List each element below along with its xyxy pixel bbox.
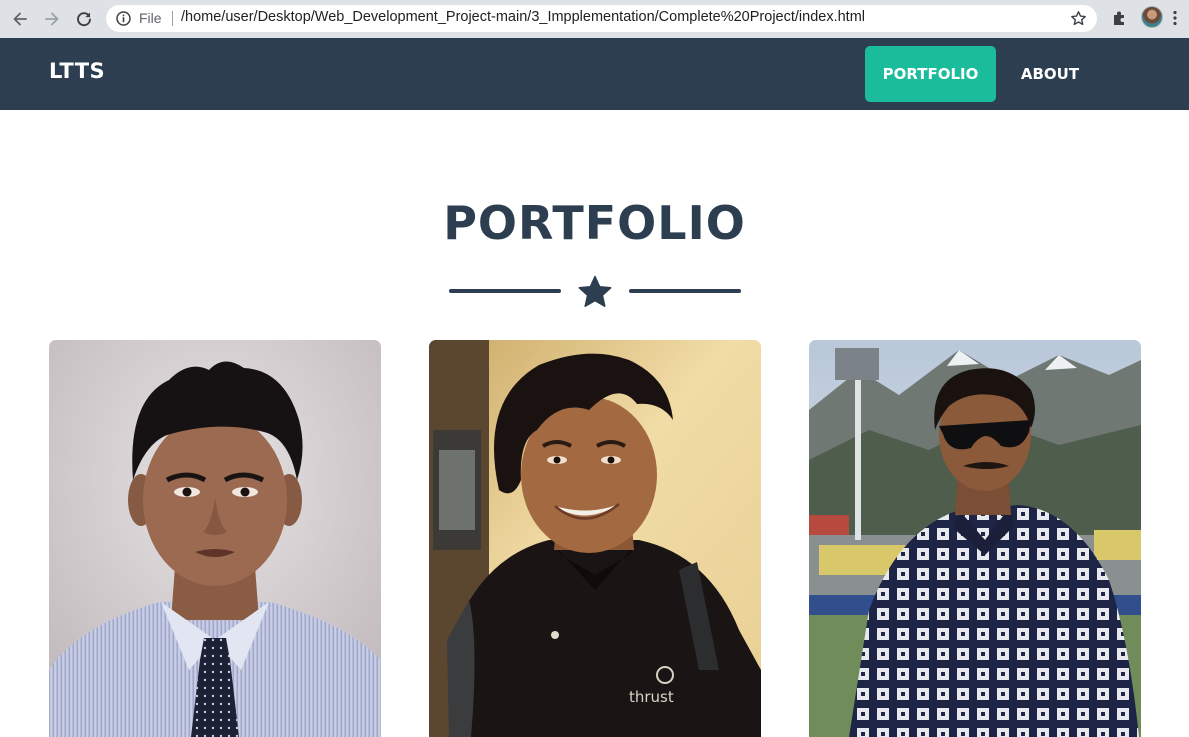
back-arrow-icon[interactable] <box>8 7 32 31</box>
portfolio-item[interactable] <box>809 340 1141 737</box>
nav-link-about[interactable]: ABOUT <box>1003 46 1097 102</box>
divider-line-left <box>449 289 561 293</box>
brand-logo[interactable]: LTTS <box>49 59 105 83</box>
file-scheme-label: File <box>139 10 162 26</box>
portfolio-item[interactable]: thrust <box>429 340 761 737</box>
svg-text:thrust: thrust <box>629 688 674 706</box>
portrait-photo-formal <box>49 340 381 737</box>
portfolio-item[interactable] <box>49 340 381 737</box>
profile-avatar[interactable] <box>1141 6 1163 28</box>
portrait-photo-stadium <box>809 340 1141 737</box>
reload-icon[interactable] <box>72 7 96 31</box>
portrait-photo-smiling: thrust <box>429 340 761 737</box>
browser-toolbar: File /home/user/Desktop/Web_Development_… <box>0 0 1189 38</box>
site-navbar: LTTS PORTFOLIO ABOUT <box>0 38 1189 110</box>
url-text[interactable]: /home/user/Desktop/Web_Development_Proje… <box>181 9 865 25</box>
divider-line-right <box>629 289 741 293</box>
nav-link-portfolio[interactable]: PORTFOLIO <box>865 46 996 102</box>
section-heading: PORTFOLIO <box>443 196 746 250</box>
info-icon[interactable] <box>115 10 132 27</box>
address-bar[interactable]: File /home/user/Desktop/Web_Development_… <box>106 5 1097 32</box>
extensions-puzzle-icon[interactable] <box>1111 9 1129 27</box>
forward-arrow-icon[interactable] <box>40 7 64 31</box>
bookmark-star-icon[interactable] <box>1070 10 1087 27</box>
address-separator <box>172 11 173 26</box>
kebab-menu-icon[interactable] <box>1172 10 1178 26</box>
star-icon <box>578 275 612 307</box>
